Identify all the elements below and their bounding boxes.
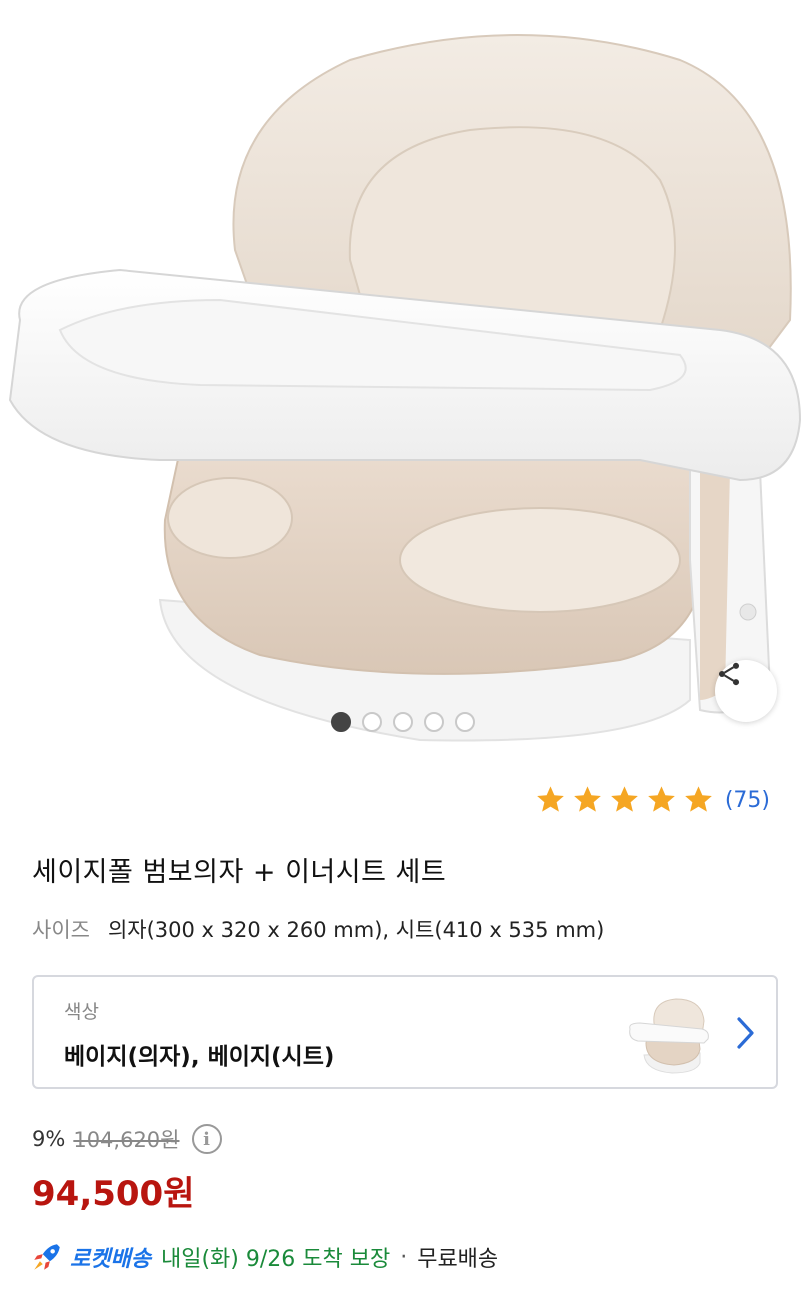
discount-row: 9% 104,620원 i xyxy=(32,1124,222,1154)
gallery-dot[interactable] xyxy=(362,712,382,732)
option-label: 색상 xyxy=(64,1001,99,1023)
star-icon xyxy=(610,786,638,812)
option-thumbnail xyxy=(629,998,709,1074)
rocket-delivery-label: 로켓배송 xyxy=(70,1247,151,1272)
separator: · xyxy=(400,1244,408,1270)
rating[interactable]: (75) xyxy=(534,784,770,816)
star-icon xyxy=(647,786,675,812)
product-image[interactable] xyxy=(0,0,810,748)
size-info: 사이즈 의자(300 x 320 x 260 mm), 시트(410 x 535… xyxy=(32,914,604,944)
option-value: 베이지(의자), 베이지(시트) xyxy=(64,1044,335,1070)
share-icon xyxy=(718,662,740,686)
free-shipping: 무료배송 xyxy=(417,1247,499,1272)
booster-seat-illustration xyxy=(8,34,802,742)
gallery-dot[interactable] xyxy=(455,712,475,732)
product-title: 세이지폴 범보의자 + 이너시트 세트 xyxy=(32,857,447,888)
discount-percent: 9% xyxy=(32,1127,66,1151)
star-icon xyxy=(684,786,712,812)
color-option-selector[interactable]: 색상 베이지(의자), 베이지(시트) xyxy=(32,975,778,1089)
original-price: 104,620원 xyxy=(73,1128,180,1152)
gallery-dot[interactable] xyxy=(331,712,351,732)
star-icon xyxy=(573,786,601,812)
info-icon[interactable]: i xyxy=(191,1124,222,1154)
star-icon xyxy=(536,786,564,812)
share-button[interactable] xyxy=(715,660,777,722)
arrival-guarantee: 내일(화) 9/26 도착 보장 xyxy=(160,1247,391,1272)
size-value: 의자(300 x 320 x 260 mm), 시트(410 x 535 mm) xyxy=(107,918,605,942)
review-count-link[interactable]: (75) xyxy=(725,788,770,813)
chevron-right-icon xyxy=(737,1017,754,1049)
gallery-dot[interactable] xyxy=(424,712,444,732)
gallery-dot[interactable] xyxy=(393,712,413,732)
size-label: 사이즈 xyxy=(32,918,90,942)
rocket-icon xyxy=(34,1244,60,1270)
delivery-info: 로켓배송 내일(화) 9/26 도착 보장 · 무료배송 xyxy=(30,1240,498,1274)
gallery-pagination[interactable] xyxy=(331,712,475,732)
sale-price: 94,500원 xyxy=(32,1174,195,1214)
